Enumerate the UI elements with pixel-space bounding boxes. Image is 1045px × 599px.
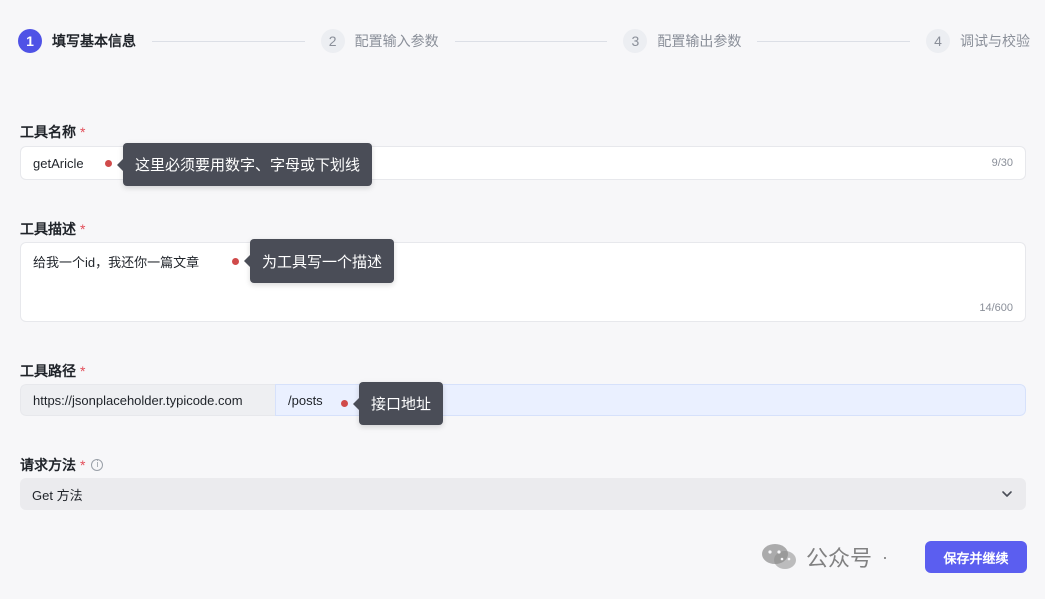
- tool-path-label-text: 工具路径: [20, 363, 76, 379]
- step-label: 配置输出参数: [657, 33, 742, 49]
- tool-path-label: 工具路径 *: [20, 361, 85, 381]
- required-mark: *: [80, 124, 86, 140]
- callout-dot: [232, 258, 239, 265]
- tool-name-value: getAricle: [33, 156, 84, 171]
- tool-path-group: https://jsonplaceholder.typicode.com /po…: [20, 384, 1026, 416]
- wechat-logo-icon: [762, 544, 796, 569]
- tool-desc-label-text: 工具描述: [20, 221, 76, 237]
- step-label: 填写基本信息: [52, 33, 136, 49]
- tool-name-label-text: 工具名称: [20, 124, 76, 140]
- step-number: 1: [18, 29, 42, 53]
- callout-dot: [341, 400, 348, 407]
- tool-name-counter: 9/30: [991, 157, 1013, 169]
- watermark-text: 公众号: [806, 546, 873, 571]
- step-number: 3: [623, 29, 648, 53]
- tool-path-prefix: https://jsonplaceholder.typicode.com: [20, 384, 275, 416]
- step-input-params[interactable]: 2 配置输入参数: [320, 29, 439, 53]
- step-output-params[interactable]: 3 配置输出参数: [623, 29, 741, 53]
- required-mark: *: [80, 363, 86, 379]
- required-mark: *: [80, 221, 86, 237]
- tool-path-callout: 接口地址: [359, 382, 444, 425]
- step-connector: [152, 40, 305, 42]
- step-debug-verify[interactable]: 4 调试与校验: [926, 29, 1030, 53]
- method-label-text: 请求方法: [20, 457, 76, 473]
- tool-name-label: 工具名称 *: [20, 122, 85, 142]
- required-mark: *: [80, 457, 86, 473]
- tool-name-callout: 这里必须要用数字、字母或下划线: [123, 143, 373, 186]
- tool-desc-callout: 为工具写一个描述: [250, 239, 395, 283]
- step-number: 2: [320, 29, 345, 53]
- step-basic-info[interactable]: 1 填写基本信息: [18, 29, 136, 53]
- chevron-down-icon: [1002, 491, 1012, 497]
- step-number: 4: [926, 29, 951, 53]
- tool-desc-label: 工具描述 *: [20, 219, 85, 239]
- tool-desc-counter: 14/600: [979, 302, 1013, 314]
- watermark-separator: ·: [882, 546, 889, 567]
- tool-desc-value: 给我一个id，我还你一篇文章: [33, 255, 200, 270]
- method-value: Get 方法: [32, 487, 83, 503]
- info-icon[interactable]: i: [91, 459, 104, 471]
- watermark: 公众号 ·: [760, 540, 898, 574]
- step-label: 调试与校验: [960, 33, 1031, 49]
- step-label: 配置输入参数: [354, 33, 439, 49]
- step-connector: [757, 40, 911, 42]
- step-connector: [454, 40, 608, 42]
- stepper: 1 填写基本信息 2 配置输入参数 3 配置输出参数 4 调试与校验: [18, 28, 1030, 54]
- callout-dot: [105, 160, 112, 167]
- tool-desc-textarea[interactable]: 给我一个id，我还你一篇文章 14/600: [20, 242, 1026, 322]
- method-select[interactable]: Get 方法: [20, 478, 1026, 510]
- method-label: 请求方法 * i: [20, 455, 104, 475]
- save-continue-button[interactable]: 保存并继续: [925, 541, 1027, 573]
